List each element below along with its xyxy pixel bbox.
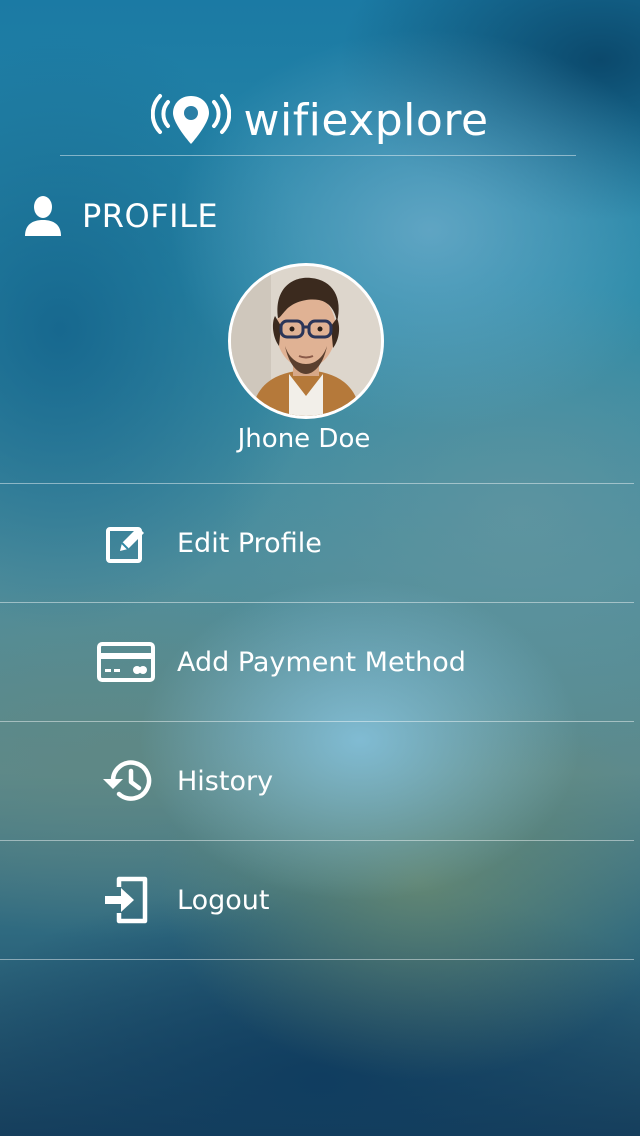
app-logo: wifiexplore	[0, 88, 640, 152]
menu-item-label: History	[177, 765, 274, 797]
credit-card-icon	[96, 632, 156, 692]
wifi-location-pin-icon	[151, 92, 232, 148]
brand-name: wifiexplore	[243, 94, 489, 146]
section-title: PROFILE	[82, 197, 219, 235]
menu-item-label: Add Payment Method	[177, 646, 466, 678]
menu-item-label: Edit Profile	[177, 527, 322, 559]
avatar[interactable]	[228, 263, 384, 419]
menu-list: Edit Profile Add Payment Method History …	[0, 483, 634, 960]
user-icon	[24, 195, 62, 237]
logout-icon	[96, 870, 156, 930]
menu-item-logout[interactable]: Logout	[0, 840, 634, 960]
menu-item-add-payment-method[interactable]: Add Payment Method	[0, 602, 634, 721]
header-divider	[60, 155, 576, 156]
side-menu: wifiexplore PROFILE Jhone Doe Edit Profi…	[0, 0, 640, 1136]
menu-item-label: Logout	[177, 884, 270, 916]
user-name: Jhone Doe	[237, 424, 371, 454]
edit-icon	[96, 513, 156, 573]
profile-section-header: PROFILE	[24, 190, 218, 242]
menu-item-edit-profile[interactable]: Edit Profile	[0, 483, 634, 602]
history-icon	[96, 751, 156, 811]
menu-item-history[interactable]: History	[0, 721, 634, 840]
